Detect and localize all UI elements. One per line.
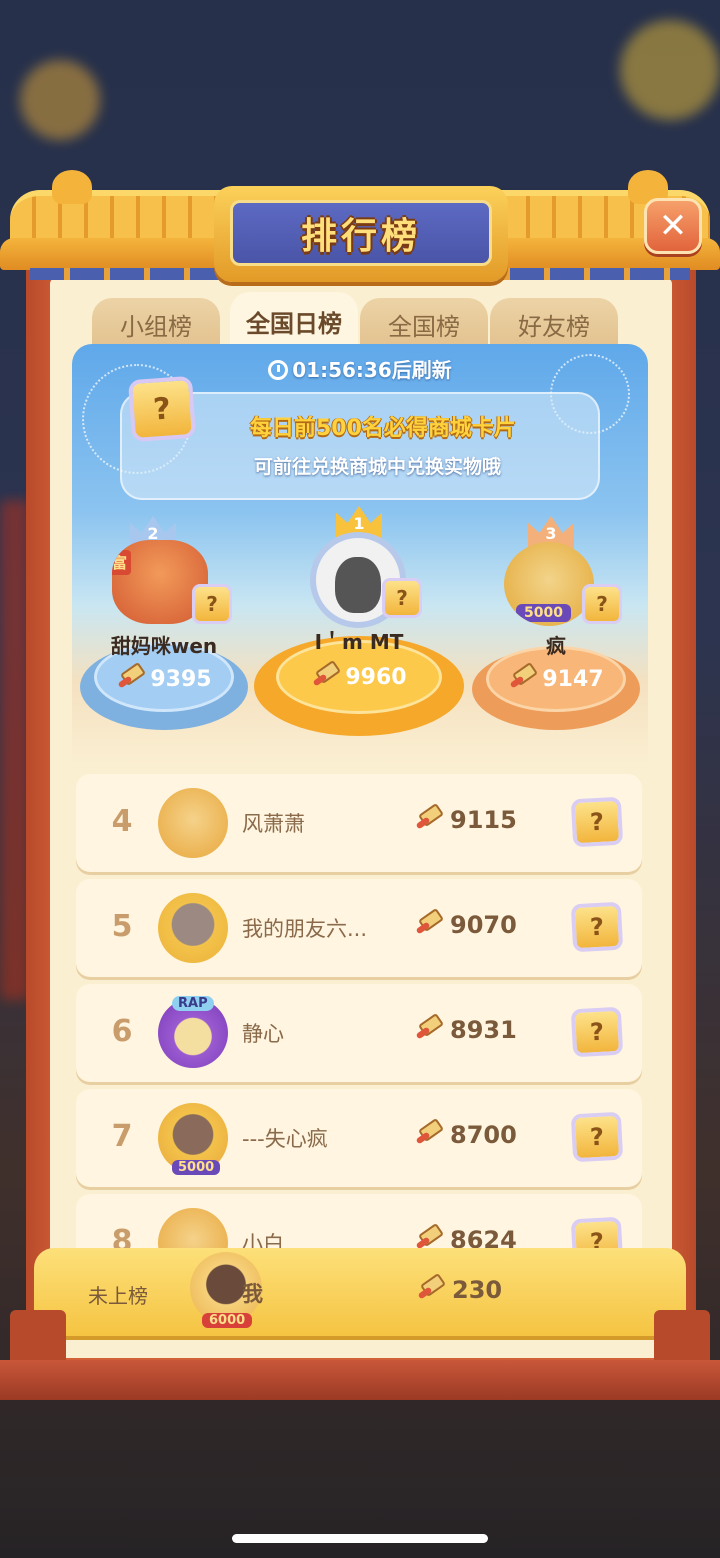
avatar[interactable]: 5000 (158, 1103, 228, 1175)
player-score: 8931 (414, 1012, 517, 1044)
second-score: 9395 (150, 666, 212, 692)
frame-pillar (654, 1310, 710, 1366)
title-plaque: 排行榜 (214, 186, 508, 282)
avatar-badge: RAP (172, 996, 214, 1011)
hammer-icon (508, 661, 539, 691)
tab-label: 全国榜 (388, 312, 460, 341)
top-three-area: 01:56:36后刷新 ? 每日前500名必得商城卡片 可前往兑换商城中兑换实物… (72, 344, 648, 766)
timer-text: 01:56:36后刷新 (292, 358, 452, 382)
close-button[interactable]: ✕ (644, 198, 702, 254)
avatar[interactable] (158, 1208, 228, 1252)
my-rank-label: 未上榜 (88, 1284, 148, 1308)
card-icon: ? (582, 584, 622, 624)
tab-national-daily[interactable]: 全国日榜 (230, 292, 358, 350)
tab-national[interactable]: 全国榜 (360, 298, 488, 350)
player-name: 我的朋友六... (242, 917, 368, 941)
rank-number: 5 (111, 909, 133, 944)
avatar[interactable] (158, 788, 228, 858)
third-score: 9147 (542, 666, 604, 692)
hammer-icon (414, 1117, 445, 1147)
hammer-icon (416, 1272, 447, 1302)
avatar[interactable] (158, 893, 228, 963)
tab-label: 小组榜 (120, 312, 192, 341)
hammer-icon (414, 1012, 445, 1042)
rank-number: 7 (111, 1119, 133, 1154)
ranking-row[interactable]: 6 RAP 静心 8931 ? (76, 984, 642, 1082)
rank-number: 6 (111, 1014, 133, 1049)
avatar-badge: 6000 (202, 1313, 253, 1328)
ranking-row[interactable]: 8 小白 8624 ? (76, 1194, 642, 1252)
home-indicator[interactable] (232, 1534, 488, 1543)
player-name: ---失心疯 (242, 1127, 328, 1151)
my-name: 我 (242, 1282, 263, 1306)
frame-base (0, 1360, 720, 1400)
second-name: 甜妈咪wen (110, 634, 218, 658)
card-icon: ? (192, 584, 232, 624)
avatar-badge: 5000 (172, 1160, 221, 1175)
player-score: 9115 (414, 802, 517, 834)
close-icon: ✕ (658, 206, 688, 246)
avatar-badge: 5000 (516, 604, 571, 622)
clock-icon (268, 360, 289, 380)
third-name: 疯 (546, 634, 566, 658)
first-score: 9960 (345, 664, 407, 690)
card-icon[interactable]: ? (570, 1006, 624, 1058)
banner-headline: 每日前500名必得商城卡片 (250, 416, 516, 441)
my-rank-row[interactable]: 未上榜 6000 我 230 (34, 1248, 686, 1336)
tab-bar: 小组榜 全国日榜 全国榜 好友榜 (92, 292, 622, 350)
card-icon[interactable]: ? (570, 1111, 624, 1163)
rank-number: 4 (111, 804, 133, 839)
player-name: 风萧萧 (242, 812, 305, 836)
avatar[interactable]: RAP (158, 996, 228, 1068)
card-icon: ? (382, 578, 422, 618)
avatar-portrait (335, 557, 381, 613)
ranking-row[interactable]: 5 我的朋友六... 9070 ? (76, 879, 642, 977)
background-decoration (620, 20, 720, 120)
background-decoration (20, 60, 100, 140)
avatar-badge: 富 (112, 550, 132, 575)
player-name: 静心 (242, 1022, 284, 1046)
hammer-icon (414, 802, 445, 832)
ranking-list[interactable]: 4 风萧萧 9115 ? 5 我的朋友六... 9070 ? 6 RAP 静心 … (76, 772, 642, 1252)
tab-label: 好友榜 (518, 312, 590, 341)
tab-label: 全国日榜 (246, 309, 342, 338)
card-icon[interactable]: ? (570, 901, 624, 953)
first-name: I＇m MT (314, 630, 404, 654)
my-score: 230 (416, 1272, 502, 1304)
card-icon[interactable]: ? (570, 1216, 624, 1252)
ranking-row[interactable]: 7 5000 ---失心疯 8700 ? (76, 1089, 642, 1187)
ranking-row[interactable]: 4 风萧萧 9115 ? (76, 774, 642, 872)
hammer-icon (116, 661, 147, 691)
card-icon[interactable]: ? (570, 796, 624, 848)
player-score: 9070 (414, 907, 517, 939)
player-score: 8700 (414, 1117, 517, 1149)
page-title: 排行榜 (300, 216, 421, 257)
tab-group[interactable]: 小组榜 (92, 298, 220, 350)
hammer-icon (311, 659, 342, 689)
banner-subtext: 可前往兑换商城中兑换实物哦 (254, 456, 502, 478)
mystery-card-icon: ? (127, 375, 197, 443)
tab-friends[interactable]: 好友榜 (490, 298, 618, 350)
frame-pillar (10, 1310, 66, 1366)
avatar[interactable]: 5000 (504, 542, 594, 626)
hammer-icon (414, 907, 445, 937)
